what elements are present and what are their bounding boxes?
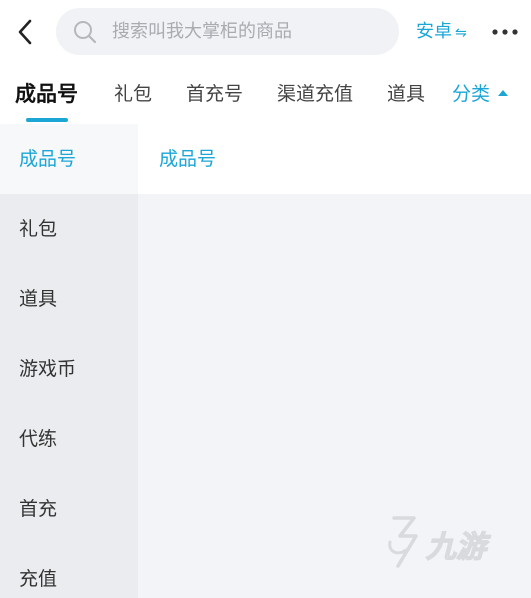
more-dots-icon[interactable] [490,18,520,46]
tab-channel-recharge[interactable]: 渠道充值 [277,78,353,110]
sidebar-item-game-currency[interactable]: 游戏币 [0,334,138,404]
back-chevron-icon[interactable] [12,16,40,48]
search-input[interactable]: 搜索叫我大掌柜的商品 [56,8,399,55]
sidebar-item-first-charge[interactable]: 首充 [0,474,138,544]
tab-bar: 成品号 礼包 首充号 渠道充值 道具 分类 [0,64,531,124]
watermark-text: 九游 [425,529,486,565]
search-icon [74,21,97,44]
search-placeholder: 搜索叫我大掌柜的商品 [112,21,292,42]
sidebar-item-boosting[interactable]: 代练 [0,404,138,474]
tab-gift-pack[interactable]: 礼包 [114,78,152,110]
content-header: 成品号 [138,124,531,194]
sidebar-item-items[interactable]: 道具 [0,264,138,334]
triangle-up-icon [498,89,509,96]
category-label: 分类 [452,83,491,105]
sidebar-item-finished-account[interactable]: 成品号 [0,124,138,194]
platform-label: 安卓 [416,21,452,42]
tab-finished-account[interactable]: 成品号 [15,78,78,110]
sidebar-item-gift-pack[interactable]: 礼包 [0,194,138,264]
jiuyou-logo-icon [388,516,418,568]
tab-first-charge-account[interactable]: 首充号 [186,78,243,110]
top-bar: 搜索叫我大掌柜的商品 安卓 ⇋ [0,0,531,64]
platform-switch-button[interactable]: 安卓 ⇋ [416,18,467,46]
category-sidebar: 成品号 礼包 道具 游戏币 代练 首充 充值 [0,124,138,598]
content-title[interactable]: 成品号 [159,124,216,194]
category-button[interactable]: 分类 [452,78,509,110]
swap-arrows-icon: ⇋ [455,25,467,41]
sidebar-item-recharge[interactable]: 充值 [0,544,138,598]
watermark: 九游 [384,512,496,572]
tab-items[interactable]: 道具 [387,78,425,110]
active-tab-indicator [26,118,68,122]
content-panel: 成品号 九游 [138,124,531,598]
